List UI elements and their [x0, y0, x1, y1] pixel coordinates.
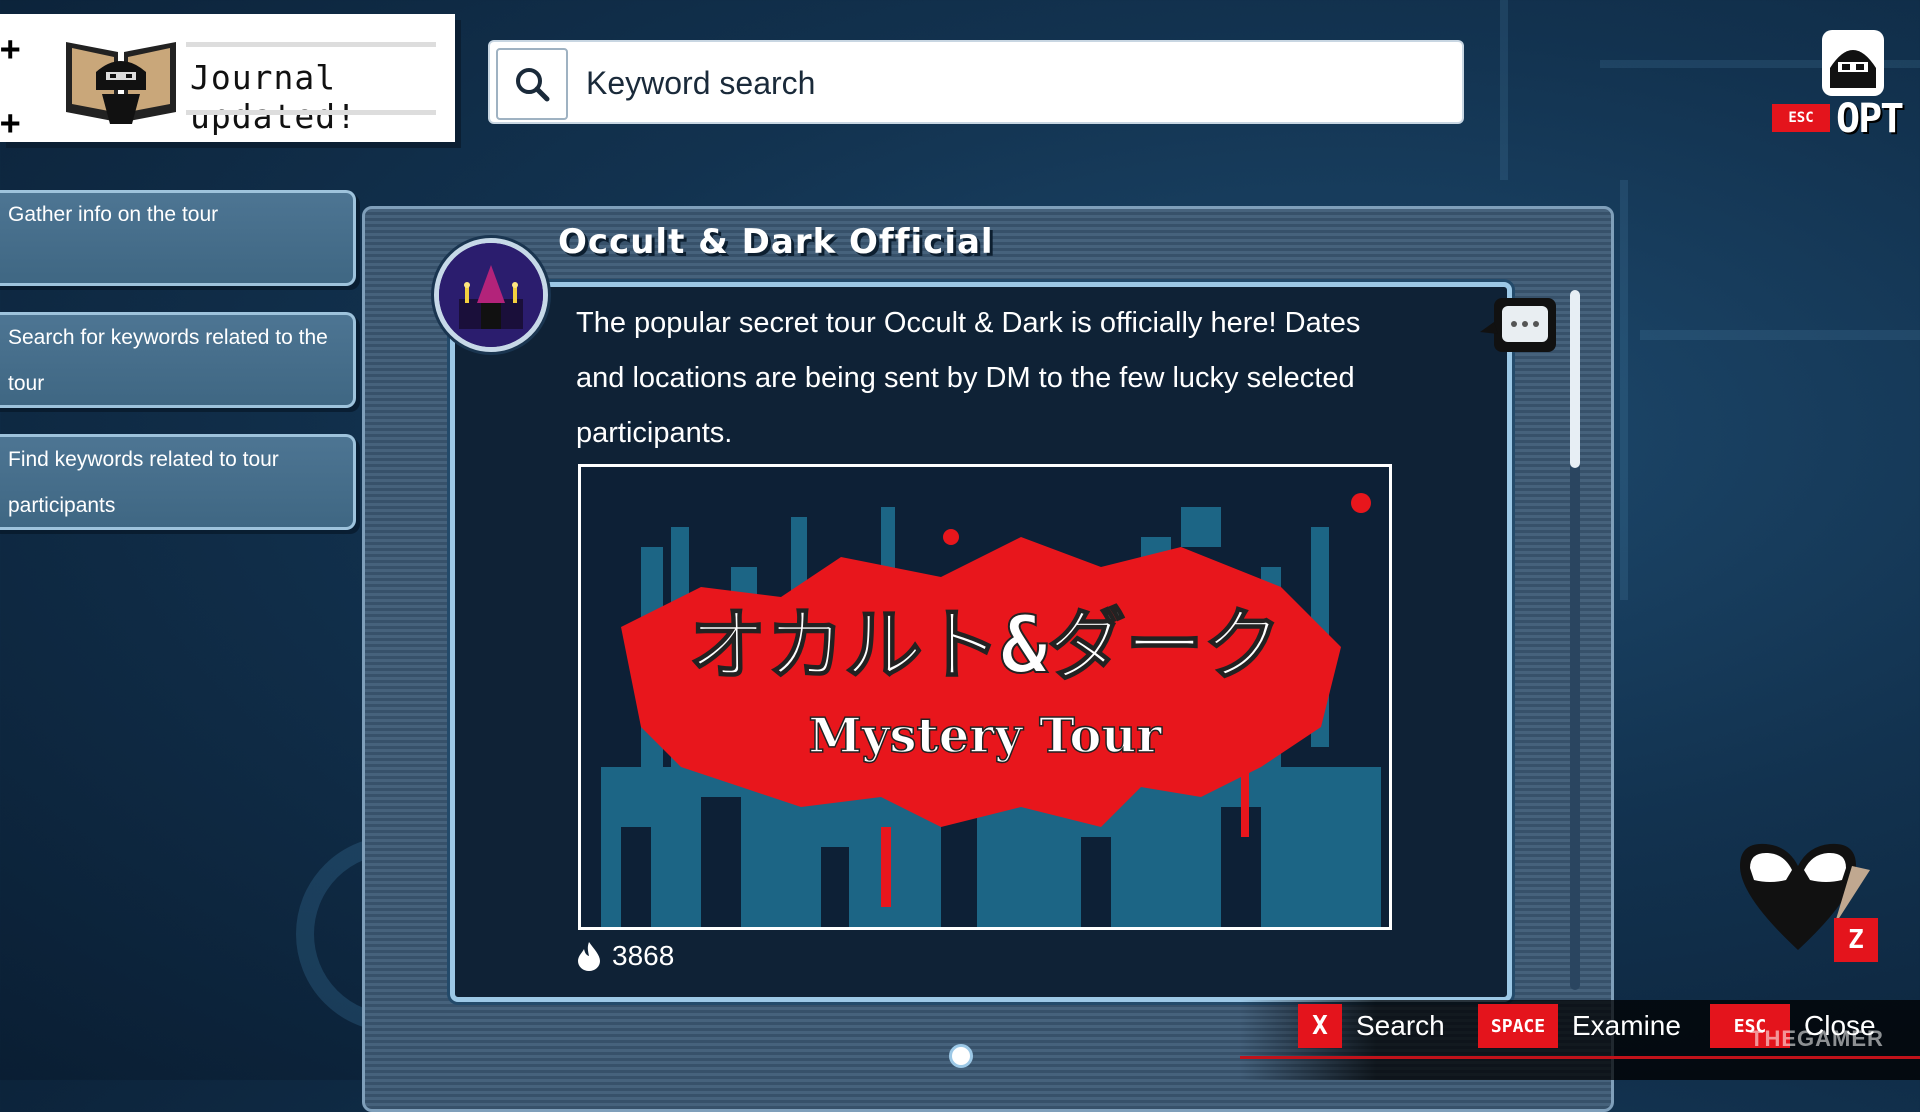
- likes-row[interactable]: 3868: [576, 940, 674, 972]
- occult-avatar-icon: [439, 243, 543, 347]
- poster-subtitle: Mystery Tour: [808, 708, 1162, 764]
- background-circuit: [1500, 0, 1508, 180]
- poster-title-jp: オカルト&ダーク: [689, 601, 1282, 691]
- scrollbar-thumb[interactable]: [1570, 290, 1580, 468]
- shortcut-heart-button[interactable]: Z: [1730, 836, 1880, 964]
- objective-item[interactable]: Find keywords related to tour participan…: [0, 434, 356, 530]
- mascot-icon: [1822, 30, 1884, 96]
- post-image[interactable]: オカルト&ダーク Mystery Tour: [578, 464, 1392, 930]
- watermark: THEGAMER: [1750, 1026, 1884, 1051]
- journal-toast-text: Journal updated!: [190, 58, 357, 136]
- search-button[interactable]: [496, 48, 568, 120]
- objective-item[interactable]: Search for keywords related to the tour: [0, 312, 356, 408]
- objective-label: Find keywords related to tour participan…: [8, 448, 279, 517]
- opt-label: OPT: [1836, 96, 1904, 142]
- search-icon: [516, 68, 550, 102]
- toast-divider: [186, 42, 436, 47]
- mystery-tour-poster: オカルト&ダーク Mystery Tour: [581, 467, 1389, 927]
- z-key-badge: Z: [1834, 918, 1878, 962]
- examine-control[interactable]: SPACE Examine: [1478, 1000, 1681, 1052]
- journal-book-icon: [66, 42, 176, 124]
- objective-item[interactable]: Gather info on the tour: [0, 190, 356, 286]
- toast-divider: [186, 110, 436, 115]
- options-button[interactable]: ESC OPT: [1770, 28, 1904, 142]
- objective-label: Gather info on the tour: [8, 203, 219, 226]
- likes-count: 3868: [612, 940, 675, 971]
- search-control-label: Search: [1356, 1010, 1445, 1041]
- background-circuit: [1620, 180, 1628, 600]
- account-avatar[interactable]: [434, 238, 548, 352]
- objective-label: Search for keywords related to the tour: [8, 326, 328, 395]
- x-key-badge: X: [1298, 1004, 1342, 1048]
- examine-control-label: Examine: [1572, 1010, 1681, 1041]
- space-key-badge: SPACE: [1478, 1004, 1558, 1048]
- page-indicator-dot[interactable]: [949, 1044, 973, 1068]
- keyword-search-bar: [490, 42, 1462, 122]
- post-body-text: The popular secret tour Occult & Dark is…: [576, 307, 1361, 449]
- plus-icon: +: [0, 29, 21, 69]
- comment-bubble-icon[interactable]: [1476, 292, 1562, 364]
- plus-icon: +: [0, 103, 21, 143]
- control-bar-stripe: [1240, 1056, 1920, 1059]
- search-control[interactable]: X Search: [1298, 1000, 1445, 1052]
- keyword-search-input[interactable]: [584, 52, 1448, 114]
- background-circuit: [1640, 330, 1920, 340]
- post-account-name: Occult & Dark Official: [558, 222, 994, 262]
- journal-updated-toast: + + Journal updated!: [0, 14, 455, 142]
- esc-key-badge: ESC: [1772, 104, 1830, 132]
- flame-icon: [578, 942, 600, 971]
